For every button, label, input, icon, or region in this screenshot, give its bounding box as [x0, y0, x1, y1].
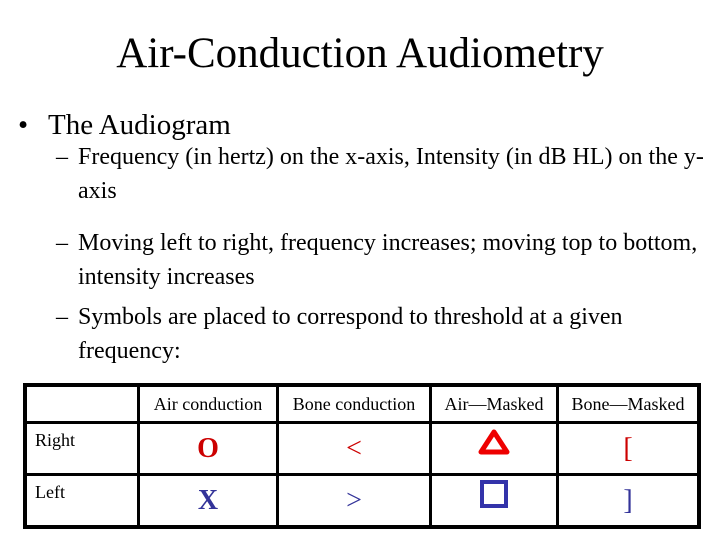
row-label-right: Right	[23, 421, 140, 476]
right-bone-masked-symbol: [	[556, 421, 701, 476]
left-bone-symbol: >	[276, 473, 432, 529]
table-header-row: Air conduction Bone conduction Air—Maske…	[23, 383, 701, 424]
table-row-right: Right O < [	[23, 421, 701, 476]
square-icon	[480, 479, 508, 508]
triangle-icon	[478, 429, 510, 454]
bullet-text: The Audiogram	[48, 109, 231, 141]
right-air-symbol: O	[137, 421, 279, 476]
sub-bullet-direction: – Moving left to right, frequency increa…	[56, 226, 706, 294]
left-bone-masked-symbol: ]	[556, 473, 701, 529]
bullet-marker: •	[18, 109, 29, 141]
slide-title: Air-Conduction Audiometry	[116, 30, 604, 77]
sub-bullet-text: Frequency (in hertz) on the x-axis, Inte…	[78, 144, 704, 204]
dash-marker: –	[56, 144, 68, 170]
header-bone-masked: Bone—Masked	[556, 383, 701, 424]
audiogram-symbol-table: Air conduction Bone conduction Air—Maske…	[23, 383, 701, 529]
row-label-left: Left	[23, 473, 140, 529]
table-row-left: Left X > ]	[23, 473, 701, 529]
sub-bullet-symbols: – Symbols are placed to correspond to th…	[56, 300, 706, 368]
header-air-conduction: Air conduction	[137, 383, 279, 424]
header-bone-conduction: Bone conduction	[276, 383, 432, 424]
right-air-masked-symbol	[429, 421, 559, 476]
sub-bullet-text: Moving left to right, frequency increase…	[78, 230, 698, 290]
sub-bullet-text: Symbols are placed to correspond to thre…	[78, 304, 623, 364]
dash-marker: –	[56, 304, 68, 330]
dash-marker: –	[56, 230, 68, 256]
sub-bullet-frequency-intensity: – Frequency (in hertz) on the x-axis, In…	[56, 140, 706, 208]
header-air-masked: Air—Masked	[429, 383, 559, 424]
bullet-audiogram: • The Audiogram	[18, 107, 231, 143]
left-air-symbol: X	[137, 473, 279, 529]
left-air-masked-symbol	[429, 473, 559, 529]
header-empty	[23, 383, 140, 424]
right-bone-symbol: <	[276, 421, 432, 476]
